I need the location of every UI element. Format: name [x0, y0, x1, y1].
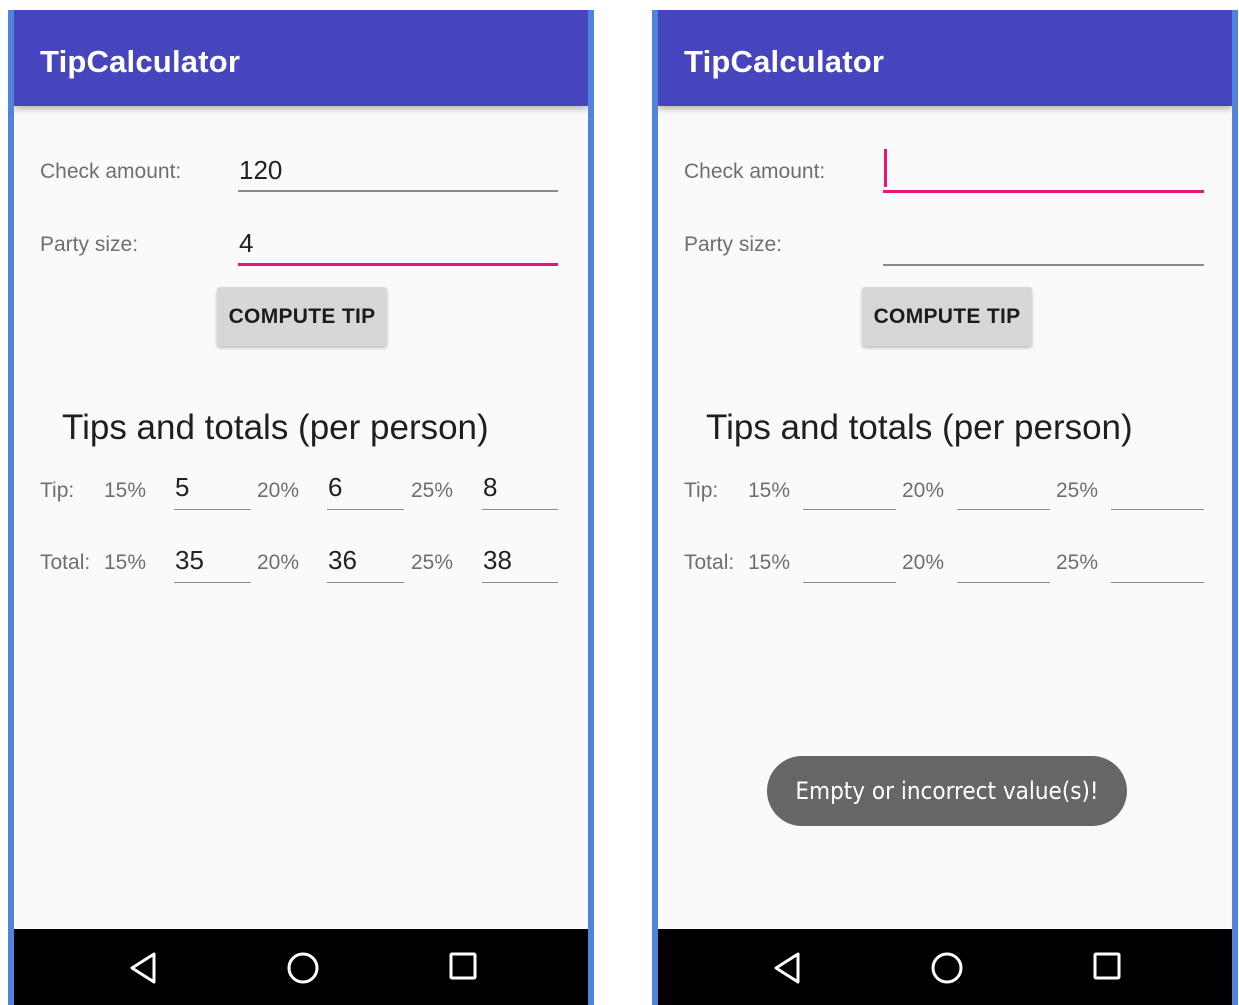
total-25-percent-label: 25% — [1056, 551, 1099, 574]
text-cursor — [884, 149, 887, 187]
total-20-field[interactable] — [957, 543, 1050, 583]
tip-15-field[interactable] — [803, 470, 896, 510]
app-screen: TipCalculator Check amount: Party size: … — [658, 10, 1232, 1005]
total-25-percent-label: 25% — [411, 551, 454, 574]
system-nav-bar — [658, 929, 1232, 1005]
app-title: TipCalculator — [684, 44, 885, 79]
tip-20-field[interactable] — [957, 470, 1050, 510]
total-15-field[interactable]: 35 — [174, 543, 251, 583]
total-20-field[interactable]: 36 — [327, 543, 404, 583]
total-15-field[interactable] — [803, 543, 896, 583]
check-amount-label: Check amount: — [684, 160, 826, 183]
total-20-percent-label: 20% — [902, 551, 945, 574]
tip-20-field[interactable]: 6 — [327, 470, 404, 510]
total-row-label: Total: — [684, 551, 735, 574]
party-size-input[interactable]: 4 — [238, 222, 558, 266]
phone-frame-left: TipCalculator Check amount: 120 Party si… — [8, 10, 594, 1005]
back-triangle-icon[interactable] — [128, 951, 158, 985]
total-15-percent-label: 15% — [748, 551, 791, 574]
tip-15-percent-label: 15% — [748, 479, 791, 502]
total-25-value: 38 — [483, 545, 512, 575]
compute-tip-button-label: COMPUTE TIP — [873, 304, 1021, 328]
recents-square-icon[interactable] — [1092, 951, 1122, 981]
results-title: Tips and totals (per person) — [706, 408, 1133, 447]
tip-25-percent-label: 25% — [411, 479, 454, 502]
check-amount-input[interactable]: 120 — [238, 148, 558, 192]
party-size-value: 4 — [239, 228, 254, 258]
tip-row-label: Tip: — [684, 479, 719, 502]
check-amount-input[interactable] — [883, 149, 1204, 193]
phone-frame-right: TipCalculator Check amount: Party size: … — [652, 10, 1238, 1005]
tip-row-label: Tip: — [40, 479, 75, 502]
home-circle-icon[interactable] — [930, 951, 964, 985]
tip-25-value: 8 — [483, 472, 498, 502]
check-amount-value: 120 — [239, 155, 283, 185]
app-title: TipCalculator — [40, 44, 241, 79]
compute-tip-button[interactable]: COMPUTE TIP — [862, 287, 1032, 346]
tip-15-field[interactable]: 5 — [174, 470, 251, 510]
tip-15-percent-label: 15% — [104, 479, 147, 502]
results-title: Tips and totals (per person) — [62, 408, 489, 447]
total-20-value: 36 — [328, 545, 357, 575]
tip-15-value: 5 — [175, 472, 190, 502]
compute-tip-button[interactable]: COMPUTE TIP — [217, 287, 387, 346]
tip-25-percent-label: 25% — [1056, 479, 1099, 502]
recents-square-icon[interactable] — [448, 951, 478, 981]
tip-25-field[interactable] — [1111, 470, 1204, 510]
party-size-label: Party size: — [684, 233, 783, 256]
tip-20-percent-label: 20% — [902, 479, 945, 502]
total-25-field[interactable] — [1111, 543, 1204, 583]
total-25-field[interactable]: 38 — [482, 543, 558, 583]
party-size-label: Party size: — [40, 233, 139, 256]
error-toast: Empty or incorrect value(s)! — [767, 756, 1127, 826]
total-15-value: 35 — [175, 545, 204, 575]
tip-25-field[interactable]: 8 — [482, 470, 558, 510]
app-bar: TipCalculator — [14, 10, 588, 106]
app-bar: TipCalculator — [658, 10, 1232, 106]
total-15-percent-label: 15% — [104, 551, 147, 574]
total-row-label: Total: — [40, 551, 91, 574]
home-circle-icon[interactable] — [286, 951, 320, 985]
system-nav-bar — [14, 929, 588, 1005]
error-toast-text: Empty or incorrect value(s)! — [795, 777, 1099, 805]
total-20-percent-label: 20% — [257, 551, 300, 574]
tip-20-value: 6 — [328, 472, 343, 502]
check-amount-label: Check amount: — [40, 160, 182, 183]
app-screen: TipCalculator Check amount: 120 Party si… — [14, 10, 588, 1005]
back-triangle-icon[interactable] — [772, 951, 802, 985]
compute-tip-button-label: COMPUTE TIP — [228, 304, 376, 328]
party-size-input[interactable] — [883, 222, 1204, 266]
tip-20-percent-label: 20% — [257, 479, 300, 502]
